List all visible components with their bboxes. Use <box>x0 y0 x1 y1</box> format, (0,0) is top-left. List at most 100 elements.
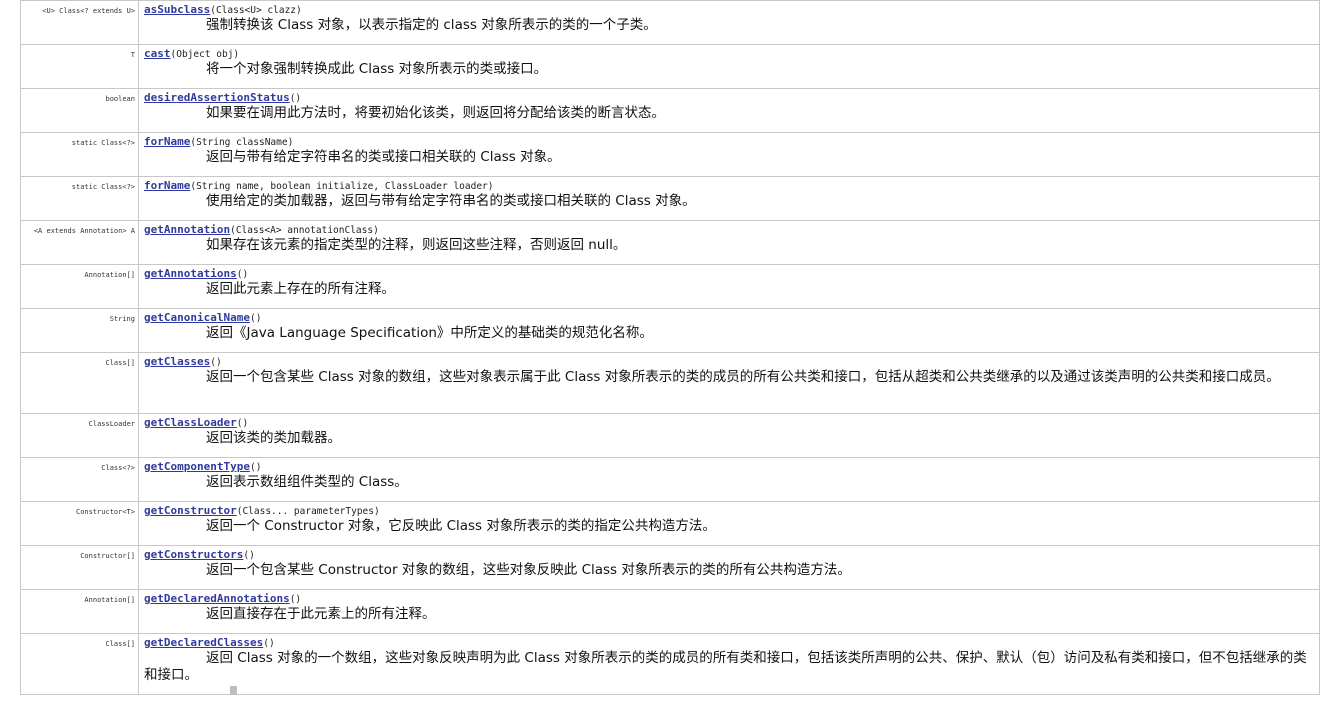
method-link[interactable]: forName <box>144 179 190 192</box>
method-description: 返回表示数组组件类型的 Class。 <box>206 474 408 490</box>
return-type: static Class<?> <box>20 176 139 221</box>
return-type: Class<?> <box>20 457 139 502</box>
method-params: () <box>289 93 302 104</box>
method-signature: forName(String className) <box>144 135 1315 149</box>
method-params: (Class... parameterTypes) <box>236 506 380 517</box>
method-signature: getClasses() <box>144 355 1315 369</box>
method-signature: forName(String name, boolean initialize,… <box>144 179 1315 193</box>
method-cell: getClassLoader() 返回该类的类加载器。 <box>138 413 1320 458</box>
method-link[interactable]: getDeclaredClasses <box>144 636 263 649</box>
method-params: (String className) <box>190 137 294 148</box>
method-cell: asSubclass(Class<U> clazz) 强制转换该 Class 对… <box>138 0 1320 45</box>
method-description: 返回《Java Language Specification》中所定义的基础类的… <box>206 325 653 341</box>
method-signature: asSubclass(Class<U> clazz) <box>144 3 1315 17</box>
return-type: <A extends Annotation> A <box>20 220 139 265</box>
method-signature: getDeclaredAnnotations() <box>144 592 1315 606</box>
table-row: boolean desiredAssertionStatus() 如果要在调用此… <box>20 88 1320 133</box>
method-params: () <box>263 638 275 649</box>
method-cell: getAnnotations() 返回此元素上存在的所有注释。 <box>138 264 1320 309</box>
method-signature: desiredAssertionStatus() <box>144 91 1315 105</box>
return-type: <U> Class<? extends U> <box>20 0 139 45</box>
method-description: 将一个对象强制转换成此 Class 对象所表示的类或接口。 <box>206 61 548 77</box>
method-description: 如果要在调用此方法时，将要初始化该类，则返回将分配给该类的断言状态。 <box>206 105 665 121</box>
method-link[interactable]: asSubclass <box>144 3 210 16</box>
method-description: 返回 Class 对象的一个数组，这些对象反映声明为此 Class 对象所表示的… <box>144 650 1307 683</box>
return-type: String <box>20 308 139 353</box>
return-type: Annotation[] <box>20 589 139 634</box>
method-params: (Object obj) <box>170 49 240 60</box>
table-row: Annotation[] getAnnotations() 返回此元素上存在的所… <box>20 264 1320 309</box>
method-link[interactable]: getConstructor <box>144 504 237 517</box>
method-signature: getConstructor(Class... parameterTypes) <box>144 504 1315 518</box>
text-cursor-mark <box>230 686 237 695</box>
method-params: () <box>249 313 262 324</box>
method-description: 返回一个包含某些 Class 对象的数组，这些对象表示属于此 Class 对象所… <box>206 369 1280 385</box>
method-cell: cast(Object obj) 将一个对象强制转换成此 Class 对象所表示… <box>138 44 1320 89</box>
method-link[interactable]: getDeclaredAnnotations <box>144 592 290 605</box>
table-row: Class[] getClasses() 返回一个包含某些 Class 对象的数… <box>20 352 1320 414</box>
method-signature: getComponentType() <box>144 460 1315 474</box>
return-type: static Class<?> <box>20 132 139 177</box>
method-link[interactable]: forName <box>144 135 190 148</box>
method-cell: forName(String name, boolean initialize,… <box>138 176 1320 221</box>
return-type: Class[] <box>20 633 139 695</box>
method-signature: getConstructors() <box>144 548 1315 562</box>
method-params: () <box>289 594 302 605</box>
return-type: T <box>20 44 139 89</box>
method-params: (Class<U> clazz) <box>210 5 302 16</box>
method-description: 如果存在该元素的指定类型的注释，则返回这些注释，否则返回 null。 <box>206 237 627 253</box>
method-description: 返回此元素上存在的所有注释。 <box>206 281 395 297</box>
return-type: boolean <box>20 88 139 133</box>
table-row: T cast(Object obj) 将一个对象强制转换成此 Class 对象所… <box>20 44 1320 89</box>
method-params: () <box>236 418 249 429</box>
method-description: 返回与带有给定字符串名的类或接口相关联的 Class 对象。 <box>206 149 561 165</box>
method-cell: getDeclaredAnnotations() 返回直接存在于此元素上的所有注… <box>138 589 1320 634</box>
table-row: <U> Class<? extends U> asSubclass(Class<… <box>20 0 1320 45</box>
method-description: 返回直接存在于此元素上的所有注释。 <box>206 606 436 622</box>
method-description: 使用给定的类加载器，返回与带有给定字符串名的类或接口相关联的 Class 对象。 <box>206 193 696 209</box>
method-params: () <box>210 357 222 368</box>
method-link[interactable]: getComponentType <box>144 460 250 473</box>
table-row: String getCanonicalName() 返回《Java Langua… <box>20 308 1320 353</box>
method-cell: getConstructor(Class... parameterTypes) … <box>138 501 1320 546</box>
method-signature: getAnnotations() <box>144 267 1315 281</box>
return-type: Constructor<T> <box>20 501 139 546</box>
method-description: 强制转换该 Class 对象，以表示指定的 class 对象所表示的类的一个子类… <box>206 17 657 33</box>
method-link[interactable]: desiredAssertionStatus <box>144 91 290 104</box>
table-row: static Class<?> forName(String name, boo… <box>20 176 1320 221</box>
table-row: static Class<?> forName(String className… <box>20 132 1320 177</box>
return-type: ClassLoader <box>20 413 139 458</box>
method-cell: getConstructors() 返回一个包含某些 Constructor 对… <box>138 545 1320 590</box>
method-signature: getDeclaredClasses() <box>144 636 1315 650</box>
method-params: (String name, boolean initialize, ClassL… <box>190 181 494 192</box>
method-link[interactable]: getAnnotations <box>144 267 237 280</box>
method-cell: desiredAssertionStatus() 如果要在调用此方法时，将要初始… <box>138 88 1320 133</box>
method-link[interactable]: getCanonicalName <box>144 311 250 324</box>
method-description: 返回该类的类加载器。 <box>206 430 341 446</box>
method-params: (Class<A> annotationClass) <box>230 225 379 236</box>
table-row: ClassLoader getClassLoader() 返回该类的类加载器。 <box>20 413 1320 458</box>
method-cell: getComponentType() 返回表示数组组件类型的 Class。 <box>138 457 1320 502</box>
method-link[interactable]: getClassLoader <box>144 416 237 429</box>
method-link[interactable]: getConstructors <box>144 548 243 561</box>
table-row: Annotation[] getDeclaredAnnotations() 返回… <box>20 589 1320 634</box>
table-row: Class[] getDeclaredClasses() 返回 Class 对象… <box>20 633 1320 695</box>
method-link[interactable]: cast <box>144 47 171 60</box>
method-summary-table: <U> Class<? extends U> asSubclass(Class<… <box>20 0 1320 695</box>
method-description: 返回一个包含某些 Constructor 对象的数组，这些对象反映此 Class… <box>206 562 851 578</box>
method-params: () <box>249 462 262 473</box>
return-type: Class[] <box>20 352 139 414</box>
method-signature: getCanonicalName() <box>144 311 1315 325</box>
method-params: () <box>236 269 249 280</box>
table-row: Constructor<T> getConstructor(Class... p… <box>20 501 1320 546</box>
method-cell: getDeclaredClasses() 返回 Class 对象的一个数组，这些… <box>138 633 1320 695</box>
method-link[interactable]: getClasses <box>144 355 210 368</box>
method-signature: getAnnotation(Class<A> annotationClass) <box>144 223 1315 237</box>
return-type: Annotation[] <box>20 264 139 309</box>
method-params: () <box>243 550 255 561</box>
method-cell: getAnnotation(Class<A> annotationClass) … <box>138 220 1320 265</box>
method-signature: getClassLoader() <box>144 416 1315 430</box>
method-cell: getClasses() 返回一个包含某些 Class 对象的数组，这些对象表示… <box>138 352 1320 414</box>
method-link[interactable]: getAnnotation <box>144 223 230 236</box>
table-row: Class<?> getComponentType() 返回表示数组组件类型的 … <box>20 457 1320 502</box>
